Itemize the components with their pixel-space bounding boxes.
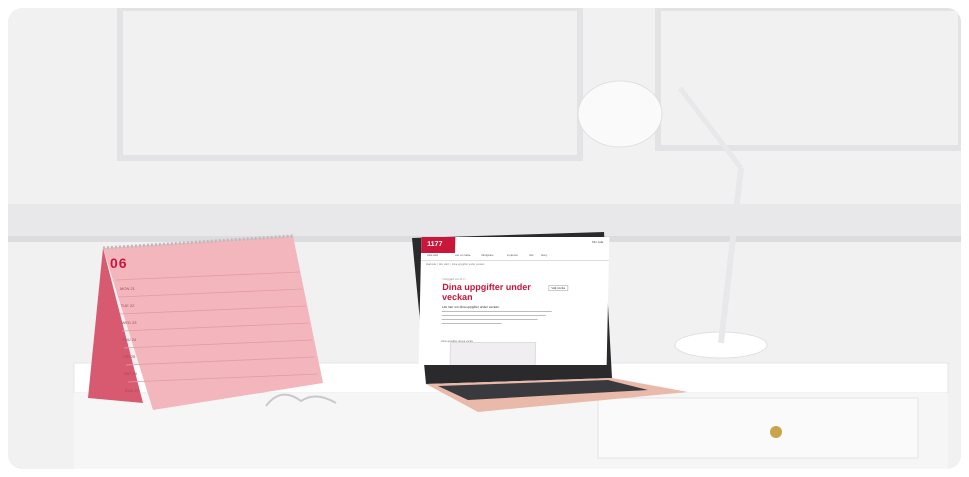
- calendar-row-label: WED 23: [122, 320, 138, 325]
- calendar-row-label: THU 24: [122, 337, 137, 342]
- calendar-row-label: MON 21: [120, 286, 136, 291]
- lamp-head: [577, 80, 663, 148]
- calendar-month: 06: [110, 255, 128, 271]
- text-line: [441, 323, 502, 325]
- text-line: [441, 311, 552, 313]
- drawer-knob: [770, 426, 782, 438]
- text-line: [441, 319, 538, 321]
- nav-item[interactable]: E-tjänster: [507, 254, 518, 257]
- nav-item[interactable]: Hitta vård: [427, 254, 438, 257]
- page-title: Dina uppgifter under veckan: [441, 282, 531, 302]
- nav-item[interactable]: Läs om hälsa: [455, 254, 471, 257]
- user-menu[interactable]: Min sida: [592, 240, 603, 244]
- lead-text: Läs mer om dina uppgifter under veckan.: [441, 305, 500, 309]
- nav-item[interactable]: Sök: [529, 254, 534, 257]
- text-line: [441, 315, 546, 317]
- breadcrumb[interactable]: Startsida > Min vård > Dina uppgifter un…: [426, 263, 485, 266]
- site-logo[interactable]: 1177: [421, 237, 456, 253]
- desk-drawer: [597, 397, 919, 459]
- calendar-row-label: SAT 26: [124, 371, 138, 376]
- top-nav: Hitta vård Läs om hälsa Vårdgivare E-tjä…: [420, 253, 610, 261]
- nav-item[interactable]: Vårdgivare: [481, 254, 494, 257]
- nav-item[interactable]: Meny: [541, 254, 547, 257]
- week-select[interactable]: Välj vecka: [548, 285, 569, 291]
- laptop-screen: 1177 Min sida Hitta vård Läs om hälsa Vå…: [418, 237, 610, 365]
- login-kicker: Inloggad via 1177: [442, 277, 466, 281]
- wall-rail: [8, 204, 961, 238]
- task-card[interactable]: [449, 342, 537, 365]
- calendar-row-label: TUE 22: [121, 303, 135, 308]
- calendar-row-label: FRI 25: [123, 354, 136, 359]
- calendar-row-label: SUN 27: [125, 388, 140, 393]
